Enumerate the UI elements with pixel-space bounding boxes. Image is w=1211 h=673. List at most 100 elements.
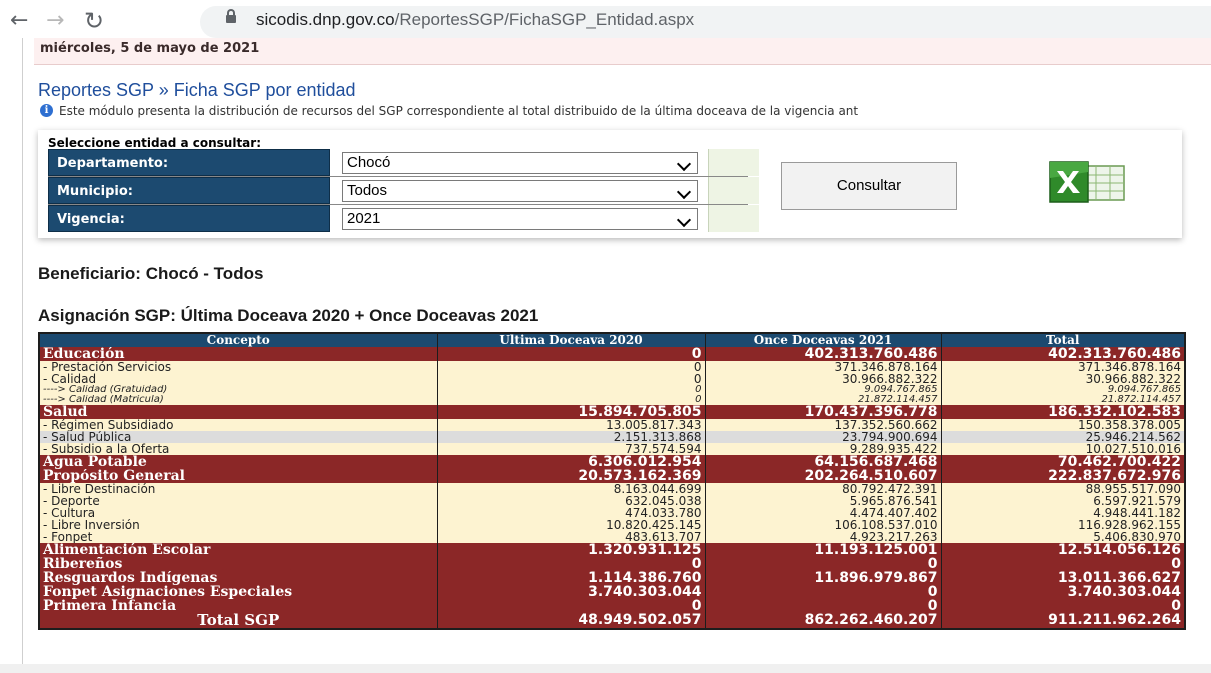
total-cell: 25.946.214.562 [940,431,1185,443]
vigencia-row: Vigencia: 2021 [48,205,786,232]
concepto-cell: - Libre Destinación [38,483,437,495]
once-doceavas-cell: 9.094.767.865 [704,385,941,395]
concepto-cell: - Régimen Subsidiado [38,419,437,431]
once-doceavas-cell: 9.289.935.422 [704,443,941,455]
chevron-down-icon [676,212,692,228]
total-cell: 6.597.921.579 [940,495,1185,507]
url-text[interactable]: sicodis.dnp.gov.co/ReportesSGP/FichaSGP_… [256,10,694,30]
once-doceavas-cell: 0 [704,585,941,599]
ultima-doceava-cell: 3.740.303.044 [436,585,705,599]
sgp-allocation-table: Concepto Ultima Doceava 2020 Once Doceav… [38,332,1186,630]
once-doceavas-cell: 11.193.125.001 [704,543,941,557]
address-bar[interactable]: sicodis.dnp.gov.co/ReportesSGP/FichaSGP_… [200,6,1211,38]
once-doceavas-cell: 862.262.460.207 [704,613,941,629]
info-icon: i [40,104,53,117]
total-cell: 9.094.767.865 [940,385,1185,395]
filter-title: Seleccione entidad a consultar: [48,136,261,150]
once-doceavas-cell: 11.896.979.867 [704,571,941,585]
table-row: - Régimen Subsidiado 13.005.817.343 137.35… [38,419,1185,431]
ultima-doceava-cell: 0 [436,347,705,361]
vigencia-label: Vigencia: [48,205,330,232]
date-strip: miércoles, 5 de mayo de 2021 [34,38,1211,65]
departamento-select[interactable]: Chocó [342,152,698,174]
departamento-label: Departamento: [48,149,330,176]
total-cell: 0 [940,599,1185,613]
once-doceavas-cell: 4.923.217.263 [704,531,941,543]
chevron-down-icon [676,184,692,200]
back-arrow-icon[interactable]: ← [10,6,28,36]
total-cell: 10.027.510.016 [940,443,1185,455]
ultima-doceava-cell: 0 [436,361,705,373]
total-cell: 12.514.056.126 [940,543,1185,557]
concepto-cell: Agua Potable [38,455,437,469]
chevron-down-icon [676,156,692,172]
concepto-cell: Educación [38,347,437,361]
excel-icon[interactable] [1044,158,1130,206]
horizontal-scrollbar[interactable] [0,664,1211,673]
ultima-doceava-cell: 0 [436,385,705,395]
ultima-doceava-cell: 20.573.162.369 [436,469,705,483]
table-row: - Libre Destinación 8.163.044.699 80.792.4… [38,483,1185,495]
concepto-cell: ----> Calidad (Matrícula) [38,395,437,405]
ultima-doceava-cell: 0 [436,599,705,613]
category-row: Primera Infancia 0 0 0 [38,599,1185,613]
total-row: Total SGP 48.949.502.057 862.262.460.207 91… [38,613,1185,629]
info-message: i Este módulo presenta la distribución de… [40,100,1211,118]
once-doceavas-cell: 30.966.882.322 [704,373,941,385]
ultima-doceava-cell: 0 [436,373,705,385]
asignacion-heading: Asignación SGP: Última Doceava 2020 + On… [38,306,539,325]
once-doceavas-cell: 5.965.876.541 [704,495,941,507]
concepto-cell: Alimentación Escolar [38,543,437,557]
total-cell: 0 [940,557,1185,571]
total-cell: 88.955.517.090 [940,483,1185,495]
table-row: - Fonpet 483.613.707 4.923.217.263 5.406.83… [38,531,1185,543]
concepto-cell: Fonpet Asignaciones Especiales [38,585,437,599]
once-doceavas-cell: 202.264.510.607 [704,469,941,483]
table-row: - Subsidio a la Oferta 737.574.594 9.289.9… [38,443,1185,455]
ultima-doceava-cell: 1.320.931.125 [436,543,705,557]
departamento-row: Departamento: Chocó [48,149,786,176]
concepto-cell: - Prestación Servicios [38,361,437,373]
once-doceavas-cell: 106.108.537.010 [704,519,941,531]
ultima-doceava-cell: 1.114.386.760 [436,571,705,585]
table-row: - Deporte 632.045.038 5.965.876.541 6.597.9… [38,495,1185,507]
column-header-ultima-doceava: Ultima Doceava 2020 [436,333,705,347]
once-doceavas-cell: 0 [704,557,941,571]
filter-cell-pad [708,205,759,232]
category-row: Ribereños 0 0 0 [38,557,1185,571]
lock-icon[interactable] [226,9,236,23]
url-host: sicodis.dnp.gov.co [256,10,395,29]
concepto-cell: - Salud Pública [38,431,437,443]
municipio-select[interactable]: Todos [342,180,698,202]
table-header-row: Concepto Ultima Doceava 2020 Once Doceav… [38,333,1185,347]
forward-arrow-icon[interactable]: → [46,6,64,36]
category-row: Propósito General 20.573.162.369 202.264.5… [38,469,1185,483]
ultima-doceava-cell: 6.306.012.954 [436,455,705,469]
url-path: /ReportesSGP/FichaSGP_Entidad.aspx [394,10,695,29]
total-cell: 30.966.882.322 [940,373,1185,385]
column-header-total: Total [940,333,1185,347]
concepto-cell: Primera Infancia [38,599,437,613]
total-cell: 222.837.672.976 [940,469,1185,483]
ultima-doceava-cell: 8.163.044.699 [436,483,705,495]
table-row: - Prestación Servicios 0 371.346.878.164 37… [38,361,1185,373]
concepto-cell: Total SGP [38,613,437,629]
category-row: Educación 0 402.313.760.486 402.313.760.486 [38,347,1185,361]
ultima-doceava-cell: 13.005.817.343 [436,419,705,431]
concepto-cell: - Fonpet [38,531,437,543]
once-doceavas-cell: 402.313.760.486 [704,347,941,361]
concepto-cell: Salud [38,405,437,419]
category-row: Agua Potable 6.306.012.954 64.156.687.468 7… [38,455,1185,469]
total-cell: 4.948.441.182 [940,507,1185,519]
consultar-button[interactable]: Consultar [781,162,957,210]
concepto-cell: - Subsidio a la Oferta [38,443,437,455]
vigencia-value: 2021 [347,210,381,227]
municipio-label: Municipio: [48,177,330,204]
once-doceavas-cell: 0 [704,599,941,613]
ultima-doceava-cell: 483.613.707 [436,531,705,543]
table-row: - Cultura 474.033.780 4.474.407.402 4.948.4… [38,507,1185,519]
table-row: ----> Calidad (Gratuidad) 0 9.094.767.865 9… [38,385,1185,395]
vigencia-select[interactable]: 2021 [342,208,698,230]
reload-icon[interactable]: ↻ [84,6,104,36]
total-cell: 150.358.378.005 [940,419,1185,431]
